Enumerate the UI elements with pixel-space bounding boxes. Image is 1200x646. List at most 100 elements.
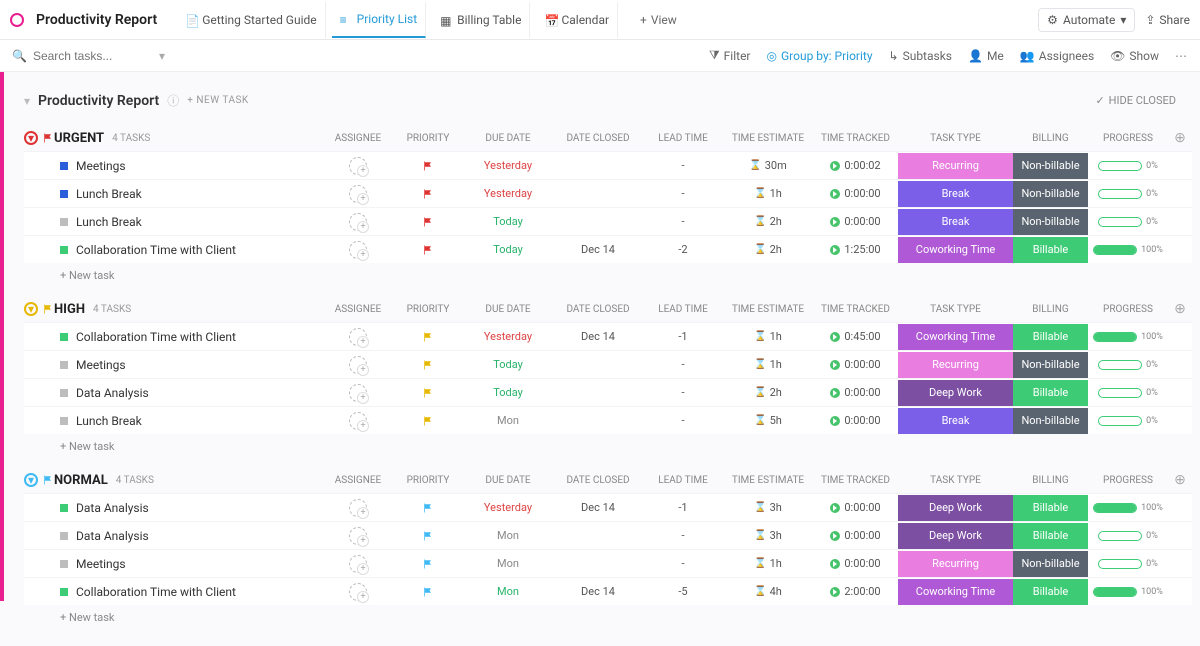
- col-type[interactable]: TASK TYPE: [898, 475, 1013, 486]
- tracked-cell[interactable]: 0:00:02: [813, 152, 898, 180]
- type-cell[interactable]: Break: [898, 208, 1013, 236]
- due-cell[interactable]: Today: [463, 379, 553, 407]
- closed-cell[interactable]: [553, 522, 643, 550]
- billing-cell[interactable]: Non-billable: [1013, 407, 1088, 435]
- col-assignee[interactable]: ASSIGNEE: [323, 475, 393, 486]
- estimate-cell[interactable]: ⌛2h: [723, 208, 813, 236]
- progress-cell[interactable]: 0%: [1088, 407, 1168, 435]
- progress-cell[interactable]: 0%: [1088, 152, 1168, 180]
- hide-closed-button[interactable]: ✓HIDE CLOSED: [1095, 94, 1176, 107]
- due-cell[interactable]: Today: [463, 208, 553, 236]
- col-est[interactable]: TIME ESTIMATE: [723, 475, 813, 486]
- collapse-group-icon[interactable]: ▾: [24, 302, 38, 316]
- priority-cell[interactable]: [393, 236, 463, 264]
- task-row[interactable]: Lunch Break Yesterday - ⌛1h 0:00:00 Brea…: [24, 179, 1192, 207]
- col-closed[interactable]: DATE CLOSED: [553, 475, 643, 486]
- tab-calendar[interactable]: 📅Calendar: [536, 2, 618, 38]
- add-assignee-icon[interactable]: [349, 213, 367, 231]
- add-view-button[interactable]: + View: [630, 5, 687, 35]
- estimate-cell[interactable]: ⌛5h: [723, 407, 813, 435]
- type-cell[interactable]: Coworking Time: [898, 236, 1013, 264]
- billing-cell[interactable]: Non-billable: [1013, 550, 1088, 578]
- assignee-cell[interactable]: [323, 351, 393, 379]
- type-cell[interactable]: Coworking Time: [898, 323, 1013, 351]
- play-icon[interactable]: [830, 388, 840, 398]
- billing-cell[interactable]: Billable: [1013, 578, 1088, 606]
- type-cell[interactable]: Deep Work: [898, 379, 1013, 407]
- priority-cell[interactable]: [393, 522, 463, 550]
- assignee-cell[interactable]: [323, 152, 393, 180]
- progress-cell[interactable]: 0%: [1088, 351, 1168, 379]
- col-priority[interactable]: PRIORITY: [393, 475, 463, 486]
- priority-cell[interactable]: [393, 407, 463, 435]
- add-assignee-icon[interactable]: [349, 384, 367, 402]
- status-icon[interactable]: [60, 246, 68, 254]
- status-icon[interactable]: [60, 162, 68, 170]
- collapse-group-icon[interactable]: ▾: [24, 131, 38, 145]
- group-header[interactable]: ▾ NORMAL 4 TASKS ASSIGNEE PRIORITY DUE D…: [24, 467, 1192, 493]
- lead-cell[interactable]: -1: [643, 323, 723, 351]
- task-row[interactable]: Data Analysis Mon - ⌛3h 0:00:00 Deep Wor…: [24, 521, 1192, 549]
- col-lead[interactable]: LEAD TIME: [643, 133, 723, 144]
- assignee-cell[interactable]: [323, 379, 393, 407]
- lead-cell[interactable]: -: [643, 208, 723, 236]
- add-column-button[interactable]: ⊕: [1168, 472, 1192, 488]
- tracked-cell[interactable]: 0:00:00: [813, 379, 898, 407]
- estimate-cell[interactable]: ⌛1h: [723, 180, 813, 208]
- collapse-icon[interactable]: ▾: [24, 94, 30, 108]
- add-assignee-icon[interactable]: [349, 157, 367, 175]
- col-closed[interactable]: DATE CLOSED: [553, 133, 643, 144]
- status-icon[interactable]: [60, 389, 68, 397]
- lead-cell[interactable]: -: [643, 550, 723, 578]
- due-cell[interactable]: Yesterday: [463, 152, 553, 180]
- closed-cell[interactable]: Dec 14: [553, 494, 643, 522]
- priority-cell[interactable]: [393, 550, 463, 578]
- task-row[interactable]: Lunch Break Today - ⌛2h 0:00:00 Break No…: [24, 207, 1192, 235]
- task-row[interactable]: Meetings Mon - ⌛1h 0:00:00 Recurring Non…: [24, 549, 1192, 577]
- col-priority[interactable]: PRIORITY: [393, 304, 463, 315]
- priority-cell[interactable]: [393, 323, 463, 351]
- task-row[interactable]: Meetings Yesterday - ⌛30m 0:00:02 Recurr…: [24, 151, 1192, 179]
- estimate-cell[interactable]: ⌛2h: [723, 379, 813, 407]
- play-icon[interactable]: [830, 503, 840, 513]
- tracked-cell[interactable]: 0:45:00: [813, 323, 898, 351]
- col-lead[interactable]: LEAD TIME: [643, 304, 723, 315]
- col-prog[interactable]: PROGRESS: [1088, 133, 1168, 144]
- tab-getting-started-guide[interactable]: 📄Getting Started Guide: [177, 2, 325, 38]
- me-button[interactable]: 👤Me: [968, 49, 1004, 63]
- billing-cell[interactable]: Billable: [1013, 522, 1088, 550]
- progress-cell[interactable]: 0%: [1088, 522, 1168, 550]
- progress-cell[interactable]: 100%: [1088, 323, 1168, 351]
- play-icon[interactable]: [830, 531, 840, 541]
- closed-cell[interactable]: [553, 180, 643, 208]
- col-track[interactable]: TIME TRACKED: [813, 304, 898, 315]
- col-bill[interactable]: BILLING: [1013, 475, 1088, 486]
- task-row[interactable]: Data Analysis Today - ⌛2h 0:00:00 Deep W…: [24, 378, 1192, 406]
- add-assignee-icon[interactable]: [349, 185, 367, 203]
- due-cell[interactable]: Today: [463, 236, 553, 264]
- type-cell[interactable]: Deep Work: [898, 522, 1013, 550]
- assignee-cell[interactable]: [323, 180, 393, 208]
- status-icon[interactable]: [60, 333, 68, 341]
- lead-cell[interactable]: -: [643, 379, 723, 407]
- play-icon[interactable]: [830, 189, 840, 199]
- status-icon[interactable]: [60, 361, 68, 369]
- tracked-cell[interactable]: 1:25:00: [813, 236, 898, 264]
- add-assignee-icon[interactable]: [349, 241, 367, 259]
- status-icon[interactable]: [60, 504, 68, 512]
- new-task-row[interactable]: + New task: [24, 605, 1192, 626]
- info-icon[interactable]: ⓘ: [167, 92, 179, 109]
- due-cell[interactable]: Mon: [463, 550, 553, 578]
- play-icon[interactable]: [830, 161, 840, 171]
- lead-cell[interactable]: -: [643, 351, 723, 379]
- tab-billing-table[interactable]: ▦Billing Table: [432, 2, 530, 38]
- col-due[interactable]: DUE DATE: [463, 475, 553, 486]
- type-cell[interactable]: Recurring: [898, 550, 1013, 578]
- add-assignee-icon[interactable]: [349, 499, 367, 517]
- add-assignee-icon[interactable]: [349, 328, 367, 346]
- col-est[interactable]: TIME ESTIMATE: [723, 133, 813, 144]
- tracked-cell[interactable]: 0:00:00: [813, 494, 898, 522]
- assignee-cell[interactable]: [323, 407, 393, 435]
- col-prog[interactable]: PROGRESS: [1088, 304, 1168, 315]
- closed-cell[interactable]: Dec 14: [553, 323, 643, 351]
